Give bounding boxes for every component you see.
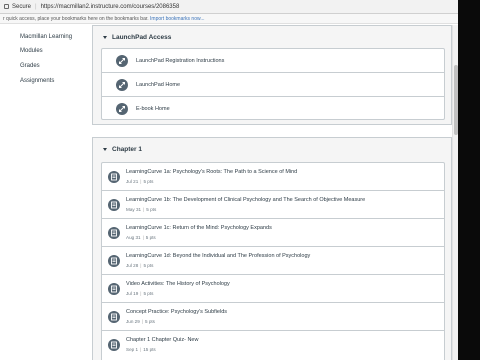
caret-down-icon[interactable] (103, 35, 107, 39)
module-item[interactable]: LearningCurve 1d: Beyond the Individual … (102, 247, 444, 275)
due-date: Jul 28 (126, 263, 139, 268)
lock-icon (4, 4, 9, 9)
module-item[interactable]: LearningCurve 1c: Return of the Mind: Ps… (102, 219, 444, 247)
module-item[interactable]: Video Activities: The History of Psychol… (102, 275, 444, 303)
due-date: May 31 (126, 207, 142, 212)
item-title[interactable]: LearningCurve 1a: Psychology's Roots: Th… (126, 169, 297, 175)
nav-item-grades[interactable]: Grades (20, 63, 40, 69)
black-border (458, 0, 480, 360)
module-header[interactable]: Chapter 1 (93, 138, 451, 160)
item-meta: Jun 29 | 5 pts (126, 319, 155, 324)
link-icon (116, 79, 128, 91)
module-item[interactable]: LaunchPad Home (102, 73, 444, 97)
due-date: Aug 31 (126, 235, 141, 240)
module-chapter-1: Chapter 1 LearningCurve 1a: Psychology's… (92, 137, 452, 360)
separator: | (35, 3, 37, 10)
item-meta: Jul 19 | 5 pts (126, 291, 154, 296)
nav-item-macmillan-learning[interactable]: Macmillan Learning (20, 34, 72, 40)
item-title[interactable]: Video Activities: The History of Psychol… (126, 281, 230, 287)
item-meta: Jul 28 | 5 pts (126, 263, 154, 268)
link-icon (116, 103, 128, 115)
points: 5 pts (143, 291, 154, 296)
module-item[interactable]: E-book Home (102, 97, 444, 121)
module-launchpad-access: LaunchPad Access LaunchPad Registration … (92, 25, 452, 125)
assignment-icon (108, 255, 120, 267)
module-item[interactable]: Concept Practice: Psychology's Subfields… (102, 303, 444, 331)
course-nav: Macmillan Learning Modules Grades Assign… (0, 25, 92, 360)
due-date: Jun 29 (126, 319, 140, 324)
item-title[interactable]: Concept Practice: Psychology's Subfields (126, 309, 227, 315)
item-title[interactable]: LaunchPad Registration Instructions (136, 58, 224, 64)
item-title[interactable]: E-book Home (136, 106, 170, 112)
item-meta: Sep 1 | 15 pts (126, 347, 156, 352)
nav-item-assignments[interactable]: Assignments (20, 78, 54, 84)
module-item[interactable]: LaunchPad Registration Instructions (102, 49, 444, 73)
points: 15 pts (143, 347, 156, 352)
assignment-icon (108, 311, 120, 323)
points: 5 pts (145, 235, 156, 240)
due-date: Sep 1 (126, 347, 139, 352)
link-icon (116, 55, 128, 67)
item-title[interactable]: LaunchPad Home (136, 82, 180, 88)
module-items: LaunchPad Registration Instructions Laun… (101, 48, 445, 120)
modules-content: LaunchPad Access LaunchPad Registration … (92, 25, 452, 360)
due-date: Jul 21 (126, 179, 139, 184)
secure-label: Secure (12, 3, 32, 10)
item-meta: Aug 31 | 5 pts (126, 235, 156, 240)
assignment-icon (108, 339, 120, 351)
assignment-icon (108, 227, 120, 239)
item-meta: Jul 21 | 5 pts (126, 179, 154, 184)
module-items: LearningCurve 1a: Psychology's Roots: Th… (101, 162, 445, 360)
item-title[interactable]: Chapter 1 Chapter Quiz- New (126, 337, 198, 343)
item-title[interactable]: LearningCurve 1b: The Development of Cli… (126, 197, 365, 203)
item-meta: May 31 | 5 pts (126, 207, 157, 212)
url-text[interactable]: https://macmillan2.instructure.com/cours… (41, 4, 180, 10)
points: 5 pts (143, 179, 154, 184)
bookmarks-prompt: r quick access, place your bookmarks her… (3, 16, 149, 22)
module-item[interactable]: LearningCurve 1b: The Development of Cli… (102, 191, 444, 219)
module-item[interactable]: LearningCurve 1a: Psychology's Roots: Th… (102, 163, 444, 191)
assignment-icon (108, 199, 120, 211)
bookmarks-bar: r quick access, place your bookmarks her… (0, 14, 480, 24)
assignment-icon (108, 283, 120, 295)
caret-down-icon[interactable] (103, 147, 107, 151)
points: 5 pts (143, 263, 154, 268)
module-title: Chapter 1 (112, 145, 142, 153)
module-item[interactable]: Chapter 1 Chapter Quiz- New Sep 1 | 15 pts (102, 331, 444, 359)
nav-item-modules[interactable]: Modules (20, 48, 43, 54)
module-header[interactable]: LaunchPad Access (93, 26, 451, 48)
address-bar[interactable]: Secure | https://macmillan2.instructure.… (0, 0, 480, 14)
points: 5 pts (146, 207, 157, 212)
import-bookmarks-link[interactable]: Import bookmarks now... (150, 16, 204, 22)
module-title: LaunchPad Access (112, 33, 172, 41)
points: 5 pts (145, 319, 155, 324)
item-title[interactable]: LearningCurve 1c: Return of the Mind: Ps… (126, 225, 272, 231)
screen: Secure | https://macmillan2.instructure.… (0, 0, 480, 360)
due-date: Jul 19 (126, 291, 139, 296)
assignment-icon (108, 171, 120, 183)
item-title[interactable]: LearningCurve 1d: Beyond the Individual … (126, 253, 310, 259)
